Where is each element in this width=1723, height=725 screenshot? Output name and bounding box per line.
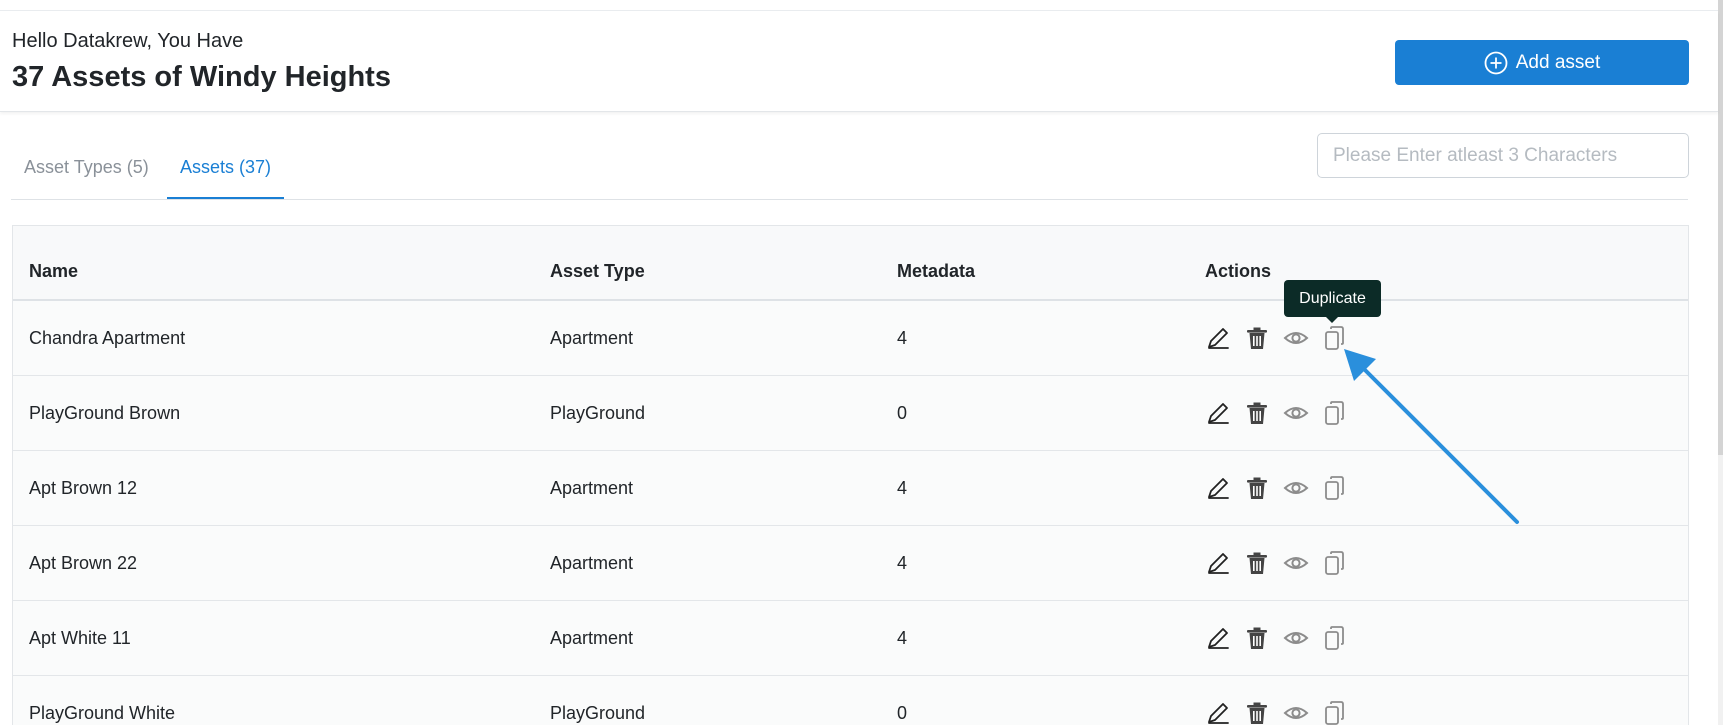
column-header-metadata[interactable]: Metadata bbox=[897, 261, 975, 282]
view-icon bbox=[1283, 632, 1309, 655]
edit-icon bbox=[1205, 628, 1231, 655]
column-header-name[interactable]: Name bbox=[29, 261, 78, 282]
view-button[interactable] bbox=[1283, 325, 1309, 351]
duplicate-icon bbox=[1322, 401, 1348, 430]
row-actions bbox=[1205, 475, 1348, 501]
view-button[interactable] bbox=[1283, 475, 1309, 501]
view-button[interactable] bbox=[1283, 550, 1309, 576]
table-row: Apt Brown 22 Apartment 4 bbox=[13, 526, 1688, 601]
asset-name: Apt Brown 22 bbox=[29, 553, 138, 573]
page-header: Hello Datakrew, You Have 37 Assets of Wi… bbox=[0, 11, 1718, 112]
edit-icon bbox=[1205, 403, 1231, 430]
asset-metadata-count: 4 bbox=[897, 553, 908, 573]
edit-button[interactable] bbox=[1205, 475, 1231, 501]
delete-icon bbox=[1244, 627, 1270, 655]
edit-icon bbox=[1205, 553, 1231, 580]
edit-button[interactable] bbox=[1205, 625, 1231, 651]
row-actions bbox=[1205, 325, 1348, 351]
duplicate-button[interactable] bbox=[1322, 400, 1348, 426]
edit-icon bbox=[1205, 703, 1231, 725]
duplicate-icon bbox=[1322, 551, 1348, 580]
delete-icon bbox=[1244, 702, 1270, 725]
row-actions bbox=[1205, 400, 1348, 426]
view-icon bbox=[1283, 707, 1309, 725]
asset-name: PlayGround White bbox=[29, 703, 176, 723]
asset-type: Apartment bbox=[550, 328, 634, 348]
edit-button[interactable] bbox=[1205, 550, 1231, 576]
duplicate-button[interactable] bbox=[1322, 475, 1348, 501]
duplicate-icon bbox=[1322, 626, 1348, 655]
asset-type: Apartment bbox=[550, 478, 634, 498]
asset-type: Apartment bbox=[550, 628, 634, 648]
duplicate-icon bbox=[1322, 476, 1348, 505]
delete-button[interactable] bbox=[1244, 325, 1270, 351]
asset-metadata-count: 0 bbox=[897, 703, 908, 723]
edit-icon bbox=[1205, 328, 1231, 355]
asset-type: PlayGround bbox=[550, 703, 646, 723]
delete-icon bbox=[1244, 552, 1270, 580]
table-row: Apt White 11 Apartment 4 bbox=[13, 601, 1688, 676]
asset-name: Chandra Apartment bbox=[29, 328, 186, 348]
delete-button[interactable] bbox=[1244, 700, 1270, 725]
asset-name: PlayGround Brown bbox=[29, 403, 181, 423]
asset-metadata-count: 4 bbox=[897, 328, 908, 348]
page-title: 37 Assets of Windy Heights bbox=[12, 61, 391, 93]
asset-metadata-count: 0 bbox=[897, 403, 908, 423]
tab-assets[interactable]: Assets (37) bbox=[167, 145, 285, 199]
asset-type: PlayGround bbox=[550, 403, 646, 423]
plus-circle-icon bbox=[1484, 51, 1508, 75]
add-asset-button[interactable]: Add asset bbox=[1395, 40, 1689, 85]
row-actions bbox=[1205, 625, 1348, 651]
row-actions bbox=[1205, 550, 1348, 576]
edit-icon bbox=[1205, 478, 1231, 505]
duplicate-icon bbox=[1322, 326, 1348, 355]
asset-name: Apt White 11 bbox=[29, 628, 131, 648]
view-button[interactable] bbox=[1283, 700, 1309, 725]
table-header: Name Asset Type Metadata Actions bbox=[13, 226, 1688, 301]
table-row: PlayGround White PlayGround 0 bbox=[13, 676, 1688, 725]
table-row: Chandra Apartment Apartment 4 bbox=[13, 301, 1688, 376]
add-asset-label: Add asset bbox=[1515, 51, 1601, 73]
duplicate-button[interactable] bbox=[1322, 325, 1348, 351]
scrollbar-thumb[interactable] bbox=[1718, 0, 1723, 455]
duplicate-button[interactable] bbox=[1322, 625, 1348, 651]
greeting-text: Hello Datakrew, You Have bbox=[12, 30, 244, 52]
view-button[interactable] bbox=[1283, 400, 1309, 426]
delete-icon bbox=[1244, 402, 1270, 430]
edit-button[interactable] bbox=[1205, 325, 1231, 351]
search-input[interactable] bbox=[1317, 133, 1689, 178]
delete-icon bbox=[1244, 327, 1270, 355]
duplicate-button[interactable] bbox=[1322, 700, 1348, 725]
view-button[interactable] bbox=[1283, 625, 1309, 651]
page-scrollbar[interactable] bbox=[1718, 0, 1723, 725]
delete-button[interactable] bbox=[1244, 475, 1270, 501]
edit-button[interactable] bbox=[1205, 400, 1231, 426]
delete-icon bbox=[1244, 477, 1270, 505]
asset-type: Apartment bbox=[550, 553, 634, 573]
view-icon bbox=[1283, 407, 1309, 430]
view-icon bbox=[1283, 482, 1309, 505]
column-header-actions: Actions bbox=[1205, 261, 1272, 281]
delete-button[interactable] bbox=[1244, 625, 1270, 651]
view-icon bbox=[1283, 332, 1309, 355]
view-icon bbox=[1283, 557, 1309, 580]
assets-table: Name Asset Type Metadata Actions Chandra… bbox=[12, 225, 1689, 725]
duplicate-icon bbox=[1322, 701, 1348, 725]
duplicate-button[interactable] bbox=[1322, 550, 1348, 576]
asset-metadata-count: 4 bbox=[897, 478, 908, 498]
delete-button[interactable] bbox=[1244, 400, 1270, 426]
asset-name: Apt Brown 12 bbox=[29, 478, 138, 498]
column-header-asset-type[interactable]: Asset Type bbox=[550, 261, 645, 282]
asset-metadata-count: 4 bbox=[897, 628, 908, 648]
row-actions bbox=[1205, 700, 1348, 725]
delete-button[interactable] bbox=[1244, 550, 1270, 576]
tab-asset-types[interactable]: Asset Types (5) bbox=[11, 145, 162, 198]
duplicate-tooltip: Duplicate bbox=[1284, 280, 1381, 323]
table-row: Apt Brown 12 Apartment 4 bbox=[13, 451, 1688, 526]
edit-button[interactable] bbox=[1205, 700, 1231, 725]
table-row: PlayGround Brown PlayGround 0 bbox=[13, 376, 1688, 451]
